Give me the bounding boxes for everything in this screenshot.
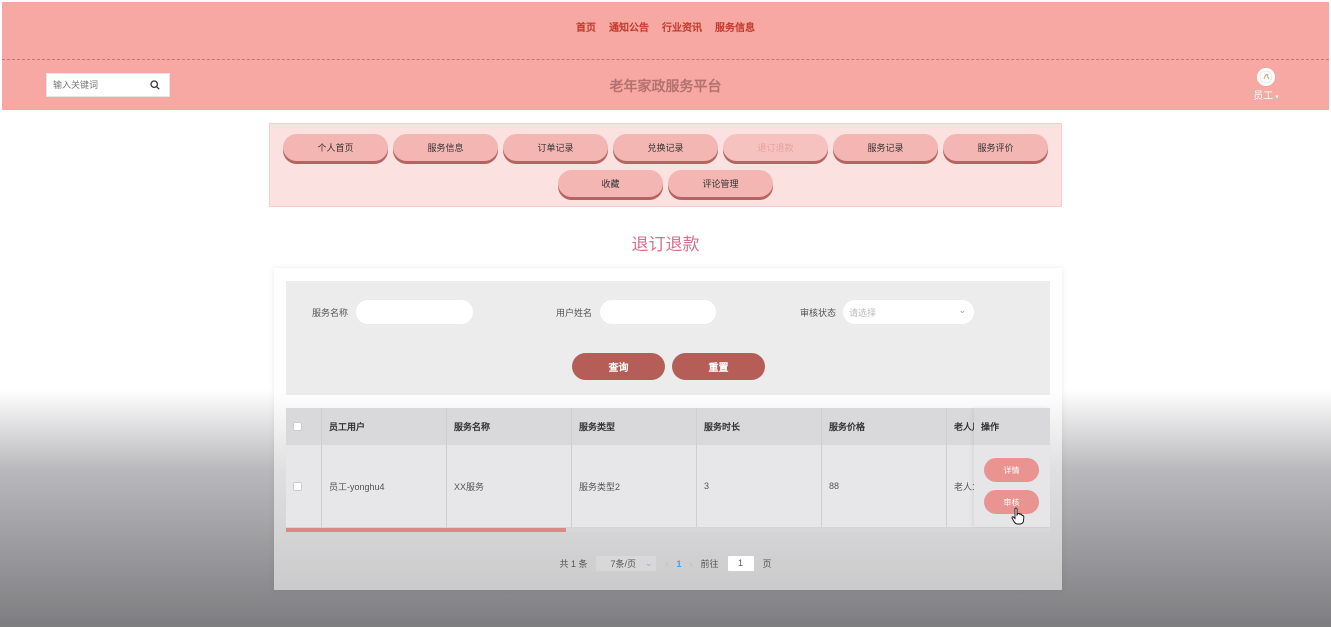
audit-status-label: 审核状态 [800,308,837,318]
cell-price: 88 [822,445,947,527]
table-header: 员工用户 服务名称 服务类型 服务时长 服务价格 老人用户 [286,408,1050,445]
goto-label: 前往 [700,559,719,569]
menu-item-exchange[interactable]: 兑换记录 [613,134,718,161]
user-name-label: 用户姓名 [556,308,593,318]
chevron-down-icon: ⌄ [958,305,966,315]
user-name: 员工 [1253,91,1274,102]
cell-employee: 员工-yonghu4 [322,445,447,527]
pagination: 共 1 条 7条/页 ⌄ ‹ 1 › 前往 1 页 [0,555,1331,572]
menu-item-refund[interactable]: 退订退款 [723,134,828,161]
menu-item-service-reviews[interactable]: 服务评价 [943,134,1048,161]
service-name-input[interactable] [356,300,473,324]
top-nav: 首页 通知公告 行业资讯 服务信息 [2,2,1329,60]
row-checkbox[interactable] [293,481,302,491]
site-title: 老年家政服务平台 [609,78,722,94]
col-service-name: 服务名称 [447,408,572,445]
cell-service-type: 服务类型2 [572,445,697,527]
cell-service-name: XX服务 [447,445,572,527]
menu-row-1: 个人首页 服务信息 订单记录 兑换记录 退订退款 服务记录 服务评价 [270,134,1061,161]
refund-table: 员工用户 服务名称 服务类型 服务时长 服务价格 老人用户 员工-yonghu4… [286,408,1050,530]
page-size-select[interactable]: 7条/页 ⌄ [595,555,658,572]
user-name-input[interactable] [600,300,716,324]
detail-button[interactable]: 详情 [984,458,1039,482]
audit-status-placeholder: 请选择 [849,307,877,318]
user-menu[interactable]: 员工 ▾ [1249,68,1283,102]
chevron-down-icon: ⌄ [644,558,653,568]
menu-item-home[interactable]: 个人首页 [283,134,388,161]
menu-item-comments[interactable]: 评论管理 [668,170,773,197]
nav-service-info[interactable]: 服务信息 [715,19,755,34]
table-row: 员工-yonghu4 XX服务 服务类型2 3 88 老人1 [286,445,1050,527]
select-all-cell [286,408,322,445]
scrollbar-thumb[interactable] [286,528,566,532]
col-operations: 操作 [974,408,1050,445]
col-price: 服务价格 [822,408,947,445]
select-all-checkbox[interactable] [293,422,302,431]
menu-row-2: 收藏 评论管理 [270,170,1061,197]
row-select-cell [286,445,322,527]
menu-item-service-records[interactable]: 服务记录 [833,134,938,161]
nav-home[interactable]: 首页 [576,19,596,34]
reset-button[interactable]: 重置 [672,353,765,380]
menu-item-orders[interactable]: 订单记录 [503,134,608,161]
page-title: 退订退款 [631,235,700,254]
cell-duration: 3 [697,445,822,527]
menu-item-service-info[interactable]: 服务信息 [393,134,498,161]
audit-status-select[interactable]: 请选择 ⌄ [843,300,974,324]
user-center-menu: 个人首页 服务信息 订单记录 兑换记录 退订退款 服务记录 服务评价 收藏 评论… [269,123,1062,207]
query-button[interactable]: 查询 [572,353,665,380]
caret-down-icon: ▾ [1273,94,1279,101]
total-count: 共 1 条 [559,559,588,569]
page-size-value: 7条/页 [610,559,636,569]
col-service-type: 服务类型 [572,408,697,445]
filter-panel: 服务名称 用户姓名 审核状态 请选择 ⌄ 查询 重置 [286,281,1050,395]
goto-page-input[interactable]: 1 [726,555,755,572]
avatar [1257,68,1275,86]
page-number-current[interactable]: 1 [676,559,681,569]
service-name-label: 服务名称 [312,308,349,318]
hand-cursor-icon [1011,507,1025,528]
nav-industry-news[interactable]: 行业资讯 [662,19,702,34]
col-employee: 员工用户 [322,408,447,445]
menu-item-favorites[interactable]: 收藏 [558,170,663,197]
nav-notice[interactable]: 通知公告 [609,19,649,34]
header: 老年家政服务平台 员工 ▾ [2,60,1329,110]
prev-page-icon[interactable]: ‹ [665,559,668,569]
next-page-icon[interactable]: › [690,559,693,569]
horizontal-scrollbar[interactable] [286,528,1050,532]
col-duration: 服务时长 [697,408,822,445]
page-unit-label: 页 [762,559,772,569]
